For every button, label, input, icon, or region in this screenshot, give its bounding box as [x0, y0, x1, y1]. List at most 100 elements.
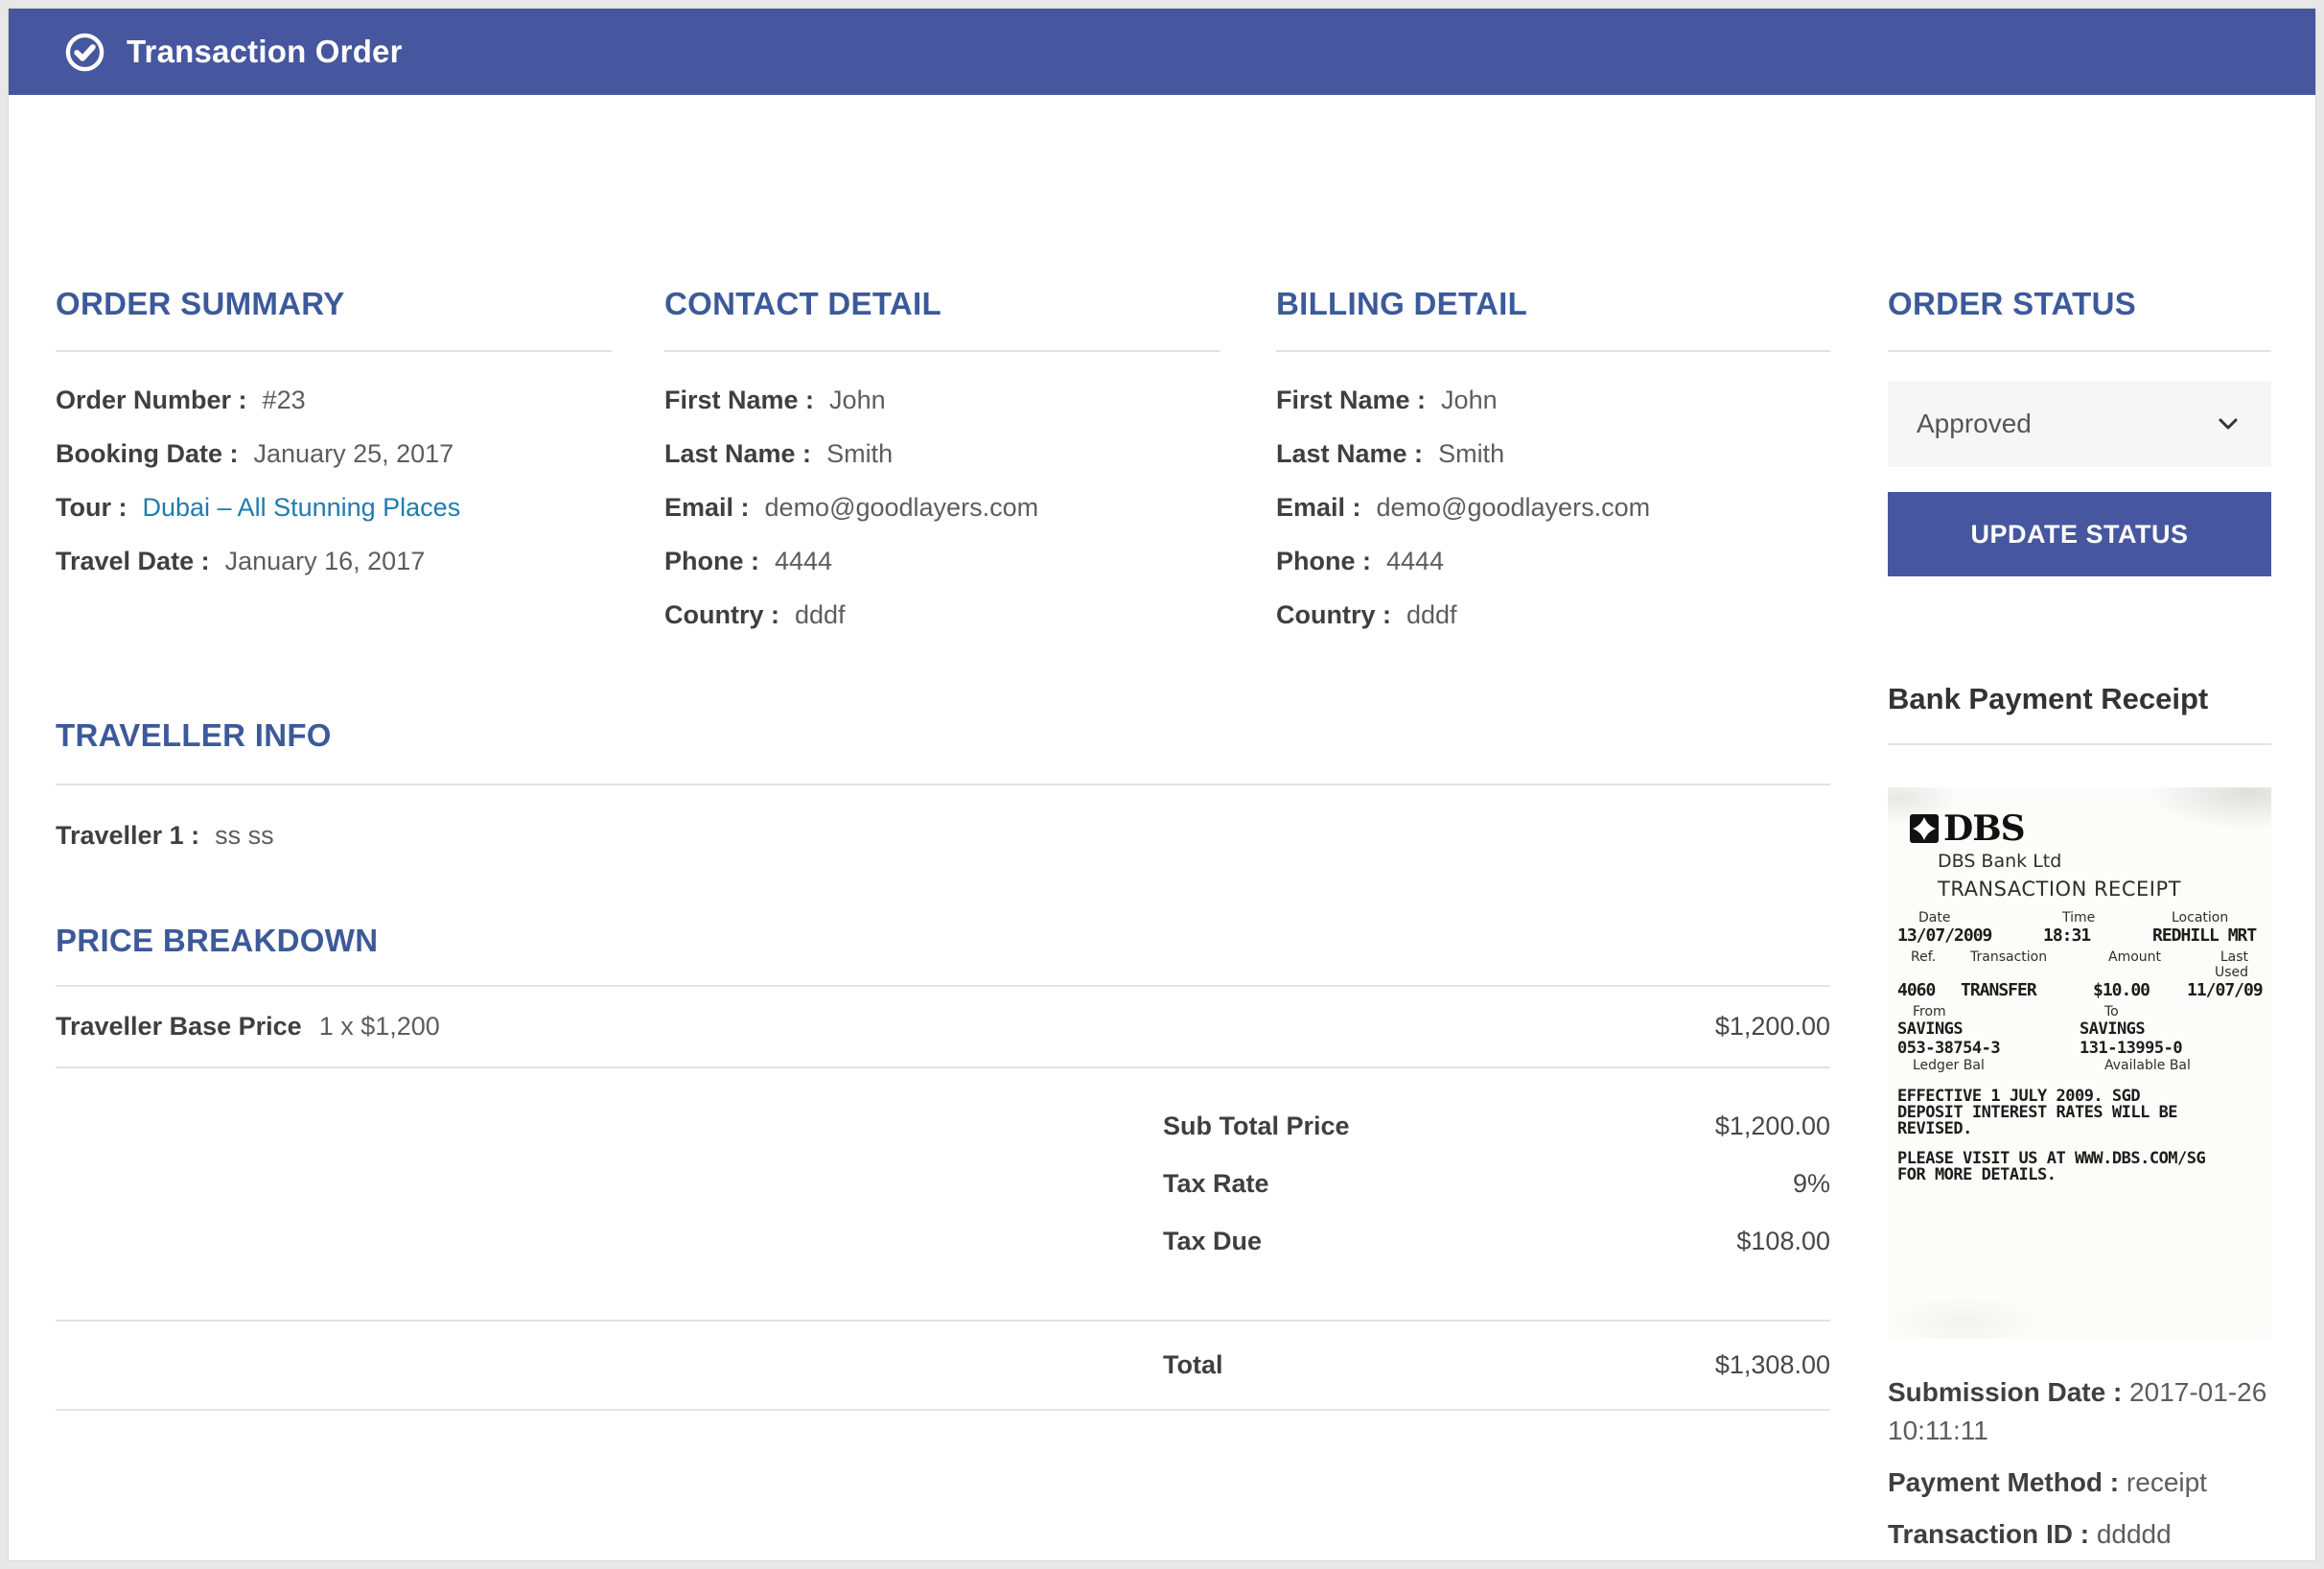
transaction-order-panel: Transaction Order ORDER SUMMARY Order Nu…: [8, 8, 2316, 1561]
field-label: Submission Date :: [1888, 1377, 2122, 1407]
field-value: dddf: [1406, 600, 1457, 630]
detail-columns: ORDER SUMMARY Order Number : #23 Booking…: [56, 285, 1830, 670]
bank-payment-receipt-section: Bank Payment Receipt DBS DBS Bank Ltd TR…: [1888, 682, 2271, 1554]
field-value: 4444: [775, 547, 832, 576]
dbs-logo-icon: [1909, 813, 1940, 844]
field-label: Travel Date :: [56, 547, 210, 576]
receipt-bank-name: DBS Bank Ltd: [1938, 851, 2262, 872]
subtotal-label: Sub Total Price: [1163, 1112, 1350, 1141]
order-summary-heading: ORDER SUMMARY: [56, 285, 612, 323]
last-name-row: Last Name : Smith: [1276, 427, 1830, 480]
field-label: Booking Date :: [56, 439, 239, 469]
field-value: John: [829, 386, 886, 415]
divider: [56, 784, 1830, 785]
field-label: First Name :: [664, 386, 814, 415]
line-item-amount: $1,200.00: [440, 1012, 1830, 1042]
field-label: Phone :: [664, 547, 759, 576]
receipt-account-types: SAVINGS SAVINGS: [1897, 1019, 2262, 1039]
dbs-logo: DBS: [1909, 808, 2262, 849]
order-summary-section: ORDER SUMMARY Order Number : #23 Booking…: [56, 285, 612, 670]
order-status-section: ORDER STATUS Approved UPDATE STATUS: [1888, 285, 2271, 576]
phone-row: Phone : 4444: [1276, 534, 1830, 588]
price-breakdown-heading: PRICE BREAKDOWN: [56, 922, 1830, 960]
receipt-image: DBS DBS Bank Ltd TRANSACTION RECEIPT Dat…: [1888, 787, 2271, 1339]
field-value: 4444: [1386, 547, 1444, 576]
line-item-detail: 1 x $1,200: [319, 1012, 440, 1042]
field-value: ddddd: [2097, 1519, 2172, 1549]
receipt-row2-values: 4060 TRANSFER $10.00 11/07/09: [1897, 980, 2262, 1000]
field-label: Traveller 1 :: [56, 821, 199, 851]
country-row: Country : dddf: [1276, 588, 1830, 642]
receipt-balance-labels: Ledger Bal Available Bal: [1897, 1058, 2262, 1073]
email-row: Email : demo@goodlayers.com: [1276, 480, 1830, 534]
billing-detail-section: BILLING DETAIL First Name : John Last Na…: [1276, 285, 1830, 670]
page-title: Transaction Order: [127, 34, 403, 70]
total-label: Total: [1163, 1350, 1223, 1380]
traveller-row: Traveller 1 : ss ss: [56, 808, 1830, 862]
field-value: dddf: [795, 600, 846, 630]
last-name-row: Last Name : Smith: [664, 427, 1220, 480]
contact-detail-heading: CONTACT DETAIL: [664, 285, 1220, 323]
field-label: Email :: [664, 493, 750, 523]
field-label: Phone :: [1276, 547, 1371, 576]
field-label: Transaction ID :: [1888, 1519, 2089, 1549]
traveller-info-heading: TRAVELLER INFO: [56, 716, 1830, 755]
order-status-select[interactable]: Approved: [1888, 381, 2271, 467]
field-label: Email :: [1276, 493, 1361, 523]
first-name-row: First Name : John: [1276, 373, 1830, 427]
field-value: January 16, 2017: [225, 547, 426, 576]
tax-due-label: Tax Due: [1163, 1227, 1262, 1256]
divider: [664, 350, 1220, 352]
field-value: demo@goodlayers.com: [1377, 493, 1651, 523]
content: ORDER SUMMARY Order Number : #23 Booking…: [9, 95, 2315, 1554]
price-breakdown-section: PRICE BREAKDOWN Traveller Base Price 1 x…: [56, 922, 1830, 1411]
booking-date-row: Booking Date : January 25, 2017: [56, 427, 612, 480]
check-circle-icon: [64, 32, 105, 73]
receipt-account-numbers: 053-38754-3 131-13995-0: [1897, 1039, 2262, 1058]
payment-details: Submission Date : 2017-01-26 10:11:11 Pa…: [1888, 1373, 2271, 1554]
sidebar-column: ORDER STATUS Approved UPDATE STATUS Bank…: [1888, 95, 2271, 1554]
phone-row: Phone : 4444: [664, 534, 1220, 588]
first-name-row: First Name : John: [664, 373, 1220, 427]
total-row: Total $1,308.00: [56, 1322, 1830, 1409]
traveller-info-section: TRAVELLER INFO Traveller 1 : ss ss: [56, 716, 1830, 862]
field-value: January 25, 2017: [254, 439, 454, 469]
receipt-row1-values: 13/07/2009 18:31 REDHILL MRT: [1897, 925, 2262, 946]
field-label: First Name :: [1276, 386, 1426, 415]
update-status-button[interactable]: UPDATE STATUS: [1888, 492, 2271, 576]
receipt-row2-labels: Ref. Transaction Amount Last Used: [1897, 949, 2262, 980]
line-item-label: Traveller Base Price: [56, 1012, 302, 1042]
line-item-row: Traveller Base Price 1 x $1,200 $1,200.0…: [56, 987, 1830, 1066]
main-column: ORDER SUMMARY Order Number : #23 Booking…: [56, 95, 1830, 1554]
field-label: Tour :: [56, 493, 127, 523]
receipt-notice-2: PLEASE VISIT US AT WWW.DBS.COM/SG FOR MO…: [1897, 1151, 2214, 1183]
field-label: Country :: [664, 600, 779, 630]
dbs-logo-text: DBS: [1943, 808, 2025, 849]
submission-date-row: Submission Date : 2017-01-26 10:11:11: [1888, 1373, 2271, 1450]
field-label: Last Name :: [1276, 439, 1423, 469]
divider: [56, 1066, 1830, 1068]
tax-rate-label: Tax Rate: [1163, 1169, 1269, 1199]
tour-row: Tour : Dubai – All Stunning Places: [56, 480, 612, 534]
divider: [1276, 350, 1830, 352]
billing-detail-heading: BILLING DETAIL: [1276, 285, 1830, 323]
total-amount: $1,308.00: [1223, 1350, 1831, 1380]
subtotal-amount: $1,200.00: [1350, 1112, 1830, 1141]
receipt-notice-1: EFFECTIVE 1 JULY 2009. SGD DEPOSIT INTER…: [1897, 1089, 2214, 1137]
field-value: receipt: [2126, 1467, 2207, 1497]
field-value: #23: [263, 386, 306, 415]
divider: [56, 1409, 1830, 1411]
field-label: Last Name :: [664, 439, 811, 469]
field-label: Order Number :: [56, 386, 247, 415]
receipt-title: TRANSACTION RECEIPT: [1938, 878, 2262, 901]
country-row: Country : dddf: [664, 588, 1220, 642]
divider: [1888, 743, 2271, 745]
page-header: Transaction Order: [9, 9, 2315, 95]
tax-due-row: Tax Due $108.00: [56, 1212, 1830, 1270]
travel-date-row: Travel Date : January 16, 2017: [56, 534, 612, 588]
tour-link[interactable]: Dubai – All Stunning Places: [142, 493, 460, 523]
receipt-fromto-labels: From To: [1897, 1004, 2262, 1019]
field-value: ss ss: [215, 821, 274, 851]
transaction-id-row: Transaction ID : ddddd: [1888, 1515, 2271, 1554]
tax-due-amount: $108.00: [1262, 1227, 1830, 1256]
